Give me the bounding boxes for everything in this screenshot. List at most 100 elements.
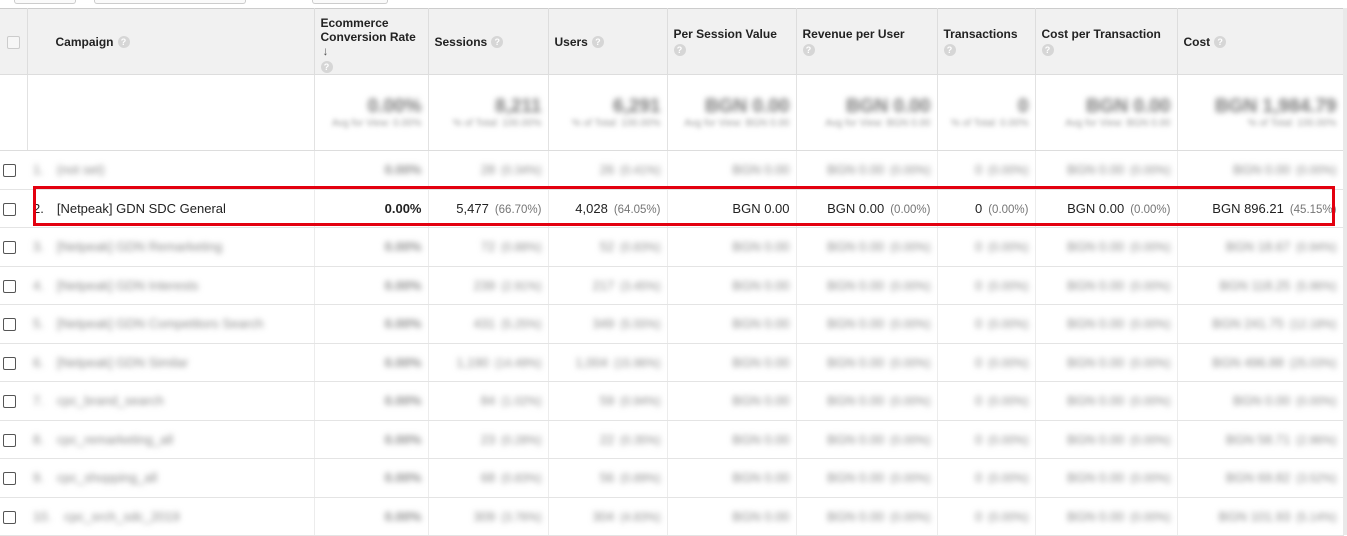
cost-value: BGN 0.00 [1233, 162, 1291, 178]
col-header-transactions[interactable]: Transactions? [937, 8, 1036, 75]
help-icon[interactable]: ? [591, 36, 604, 49]
row-checkbox[interactable] [3, 241, 16, 255]
campaign-link[interactable]: cpc_shopping_all [57, 470, 157, 485]
row-select-cell [0, 458, 27, 498]
help-icon[interactable]: ? [491, 36, 504, 49]
campaign-link[interactable]: [Netpeak] GDN SDC General [57, 201, 226, 216]
ecr-cell: 0.00% [314, 150, 429, 190]
row-checkbox[interactable] [3, 472, 16, 486]
cost-per-transaction-percent: (0.00%) [1130, 473, 1171, 486]
campaign-link[interactable]: [Netpeak] GDN Competitors Search [57, 316, 264, 331]
row-checkbox[interactable] [3, 164, 16, 178]
campaign-link[interactable]: [Netpeak] GDN Similar [57, 355, 188, 370]
campaign-link[interactable]: [Netpeak] GDN Interests [57, 278, 199, 293]
campaign-link[interactable]: cpc_remarketing_all [57, 432, 173, 447]
help-icon[interactable]: ? [320, 61, 333, 74]
help-icon[interactable]: ? [1214, 36, 1227, 49]
users-cell: 304 (4.83%) [548, 497, 668, 536]
row-index: 3. [33, 239, 44, 255]
campaign-cell: 7. cpc_brand_search [27, 381, 315, 421]
row-checkbox[interactable] [3, 318, 16, 332]
row-checkbox[interactable] [3, 433, 16, 447]
table-row[interactable]: 10. cpc_srch_sdc_2019 0.00% 309 (3.76%) 304 (4… [0, 497, 1344, 536]
col-header-per-session-value[interactable]: Per Session Value? [667, 8, 797, 75]
scrollbar-edge[interactable] [1343, 8, 1347, 535]
col-header-campaign[interactable]: Campaign? [27, 8, 315, 75]
cost-per-transaction-value: BGN 0.00 [1067, 470, 1125, 486]
toolbar-button-edge[interactable] [14, 0, 76, 4]
campaign-cell: 2. [Netpeak] GDN SDC General [27, 189, 315, 228]
cost-per-transaction-value: BGN 0.00 [1067, 431, 1125, 447]
per-session-value: BGN 0.00 [732, 239, 790, 255]
users-percent: (0.41%) [620, 165, 661, 178]
campaign-cell: 6. [Netpeak] GDN Similar [27, 343, 315, 382]
users-value: 4,028 [575, 200, 608, 216]
toolbar-button-edge[interactable] [94, 0, 246, 4]
col-header-users[interactable]: Users? [548, 8, 668, 75]
campaign-link[interactable]: (not set) [57, 162, 105, 177]
help-icon[interactable]: ? [117, 36, 130, 49]
table-row[interactable]: 8. cpc_remarketing_all 0.00% 23 (0.28%) 22 (0.… [0, 420, 1344, 459]
users-cell: 217 (3.45%) [548, 266, 668, 305]
row-select-cell [0, 227, 27, 267]
row-index: 2. [33, 200, 44, 216]
col-header-revenue-per-user[interactable]: Revenue per User? [796, 8, 938, 75]
sessions-cell: 68 (0.83%) [428, 458, 549, 498]
row-checkbox[interactable] [3, 279, 16, 293]
col-header-cost-per-transaction[interactable]: Cost per Transaction? [1035, 8, 1178, 75]
cost-value: BGN 0.00 [1233, 393, 1291, 409]
transactions-value: 0 [974, 470, 983, 486]
row-checkbox[interactable] [3, 356, 16, 370]
campaign-link[interactable]: [Netpeak] GDN Remarketing [57, 239, 222, 254]
per-session-value-cell: BGN 0.00 [667, 420, 797, 459]
col-header-sessions[interactable]: Sessions? [428, 8, 549, 75]
row-checkbox[interactable] [3, 202, 16, 216]
row-index: 6. [33, 354, 44, 370]
row-checkbox[interactable] [3, 510, 16, 524]
sort-arrow-icon[interactable]: ↓ [323, 44, 329, 58]
total-cell: 0% of Total: 0.00% [937, 74, 1036, 151]
row-index: 1. [33, 162, 44, 178]
users-cell: 59 (0.94%) [548, 381, 668, 421]
revenue-per-user-percent: (0.00%) [890, 319, 931, 332]
ecr-cell: 0.00% [314, 227, 429, 267]
cost-per-transaction-cell: BGN 0.00 (0.00%) [1035, 150, 1178, 190]
table-row[interactable]: 6. [Netpeak] GDN Similar 0.00% 1,190 (14.49%… [0, 343, 1344, 382]
help-icon[interactable]: ? [673, 44, 686, 57]
table-row[interactable]: 5. [Netpeak] GDN Competitors Search 0.00% 4… [0, 304, 1344, 344]
table-row[interactable]: 1. (not set) 0.00% 28 (0.34%) 26 (0.41%) BGN 0.… [0, 150, 1344, 190]
sessions-percent: (3.76%) [501, 511, 542, 524]
row-checkbox[interactable] [3, 395, 16, 409]
revenue-per-user-cell: BGN 0.00 (0.00%) [796, 266, 938, 305]
table-row[interactable]: 9. cpc_shopping_all 0.00% 68 (0.83%) 56 (0.89%… [0, 458, 1344, 498]
toolbar-button-edge[interactable] [312, 0, 388, 4]
per-session-value: BGN 0.00 [732, 393, 790, 409]
revenue-per-user-percent: (0.00%) [890, 473, 931, 486]
select-all-checkbox[interactable] [6, 35, 20, 49]
revenue-per-user-percent: (0.00%) [890, 511, 931, 524]
per-session-value-cell: BGN 0.00 [667, 304, 797, 344]
campaign-link[interactable]: cpc_srch_sdc_2019 [64, 509, 180, 524]
table-row[interactable]: 4. [Netpeak] GDN Interests 0.00% 239 (2.91%)… [0, 266, 1344, 305]
campaign-link[interactable]: cpc_brand_search [57, 393, 164, 408]
transactions-value: 0 [974, 354, 983, 370]
help-icon[interactable]: ? [943, 44, 956, 57]
sessions-value: 1,190 [456, 354, 489, 370]
col-header-ecommerce-conversion-rate[interactable]: Ecommerce Conversion Rate↓ ? [314, 8, 429, 75]
sessions-percent: (2.91%) [501, 280, 542, 293]
users-cell: 1,004 (15.96%) [548, 343, 668, 382]
row-select-cell [0, 381, 27, 421]
help-icon[interactable]: ? [802, 44, 815, 57]
total-cell: BGN 0.00 Avg for View: BGN 0.00 [667, 74, 797, 151]
help-icon[interactable]: ? [1041, 44, 1054, 57]
col-header-cost[interactable]: Cost? [1177, 8, 1344, 75]
table-row[interactable]: 7. cpc_brand_search 0.00% 84 (1.02%) 59 (0.94%… [0, 381, 1344, 421]
transactions-cell: 0 (0.00%) [937, 343, 1036, 382]
revenue-per-user-percent: (0.00%) [890, 357, 931, 370]
cost-cell: BGN 241.75 (12.18%) [1177, 304, 1344, 344]
sessions-percent: (0.34%) [501, 165, 542, 178]
col-label: Cost per Transaction [1041, 26, 1161, 41]
table-row-highlighted[interactable]: 2. [Netpeak] GDN SDC General 0.00% 5,477 (66… [0, 189, 1344, 228]
table-row[interactable]: 3. [Netpeak] GDN Remarketing 0.00% 72 (0.88%… [0, 227, 1344, 267]
revenue-per-user-value: BGN 0.00 [827, 470, 885, 486]
